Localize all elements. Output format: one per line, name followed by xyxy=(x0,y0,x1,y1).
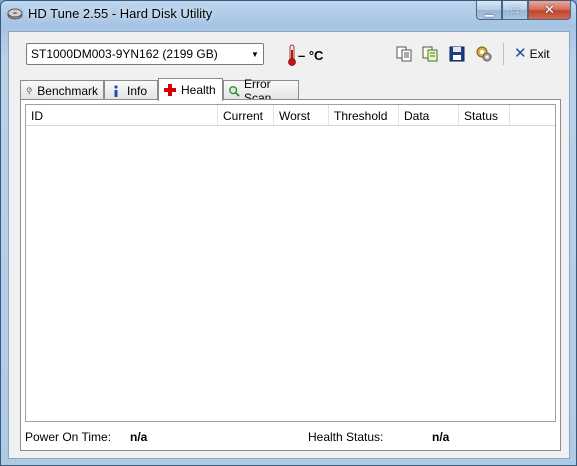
smart-table[interactable]: ID Current Worst Threshold Data Status xyxy=(25,104,556,422)
exit-label: Exit xyxy=(529,46,550,61)
health-status-label: Health Status: xyxy=(308,430,384,444)
toolbar-separator xyxy=(503,43,504,65)
exit-button[interactable]: ✕ Exit xyxy=(514,46,550,61)
drive-select[interactable]: ST1000DM003-9YN162 (2199 GB) ▼ xyxy=(26,43,264,65)
app-window: HD Tune 2.55 - Hard Disk Utility ▁ □ ✕ S… xyxy=(0,0,577,466)
window-title: HD Tune 2.55 - Hard Disk Utility xyxy=(28,6,213,21)
power-on-time-label: Power On Time: xyxy=(25,430,112,444)
close-button[interactable]: ✕ xyxy=(528,1,571,20)
health-panel: ID Current Worst Threshold Data Status P… xyxy=(20,99,561,451)
minimize-icon: ▁ xyxy=(484,4,494,17)
temperature-readout: – °C xyxy=(298,48,324,63)
tab-benchmark-label: Benchmark xyxy=(37,83,98,98)
options-icon[interactable] xyxy=(475,45,493,63)
client-area: ST1000DM003-9YN162 (2199 GB) ▼ – °C ✕ Ex… xyxy=(8,31,570,459)
health-footer: Power On Time: n/a Health Status: n/a xyxy=(21,430,560,450)
tab-health-label: Health xyxy=(181,83,216,97)
thermometer-icon xyxy=(288,44,296,66)
column-threshold[interactable]: Threshold xyxy=(329,105,399,125)
column-data[interactable]: Data xyxy=(399,105,459,125)
tab-health[interactable]: Health xyxy=(158,78,223,101)
tab-info[interactable]: Info xyxy=(104,80,158,100)
app-disk-icon xyxy=(7,8,23,20)
copy-info-icon[interactable] xyxy=(421,45,439,63)
drive-select-value: ST1000DM003-9YN162 (2199 GB) xyxy=(31,47,218,61)
power-on-time-value: n/a xyxy=(130,430,148,444)
column-id[interactable]: ID xyxy=(26,105,218,125)
chevron-down-icon[interactable]: ▼ xyxy=(247,44,263,64)
copy-icon[interactable] xyxy=(395,45,413,63)
tab-info-label: Info xyxy=(127,83,148,98)
close-icon: ✕ xyxy=(544,2,555,17)
maximize-button[interactable]: □ xyxy=(502,1,528,20)
table-header: ID Current Worst Threshold Data Status xyxy=(26,105,555,126)
column-current[interactable]: Current xyxy=(218,105,274,125)
health-status-value: n/a xyxy=(432,430,450,444)
error-scan-icon xyxy=(229,85,240,97)
minimize-button[interactable]: ▁ xyxy=(476,1,502,20)
health-icon xyxy=(164,84,176,96)
title-bar[interactable]: HD Tune 2.55 - Hard Disk Utility ▁ □ ✕ xyxy=(1,1,576,27)
column-status[interactable]: Status xyxy=(459,105,510,125)
save-icon[interactable] xyxy=(448,45,466,63)
column-worst[interactable]: Worst xyxy=(274,105,329,125)
tab-error-scan[interactable]: Error Scan xyxy=(223,77,299,105)
tab-benchmark[interactable]: Benchmark xyxy=(20,80,104,100)
benchmark-icon xyxy=(26,86,32,95)
maximize-icon: □ xyxy=(511,4,519,16)
caption-buttons: ▁ □ ✕ xyxy=(476,1,571,20)
info-icon xyxy=(114,84,118,97)
exit-x-icon: ✕ xyxy=(514,45,527,62)
